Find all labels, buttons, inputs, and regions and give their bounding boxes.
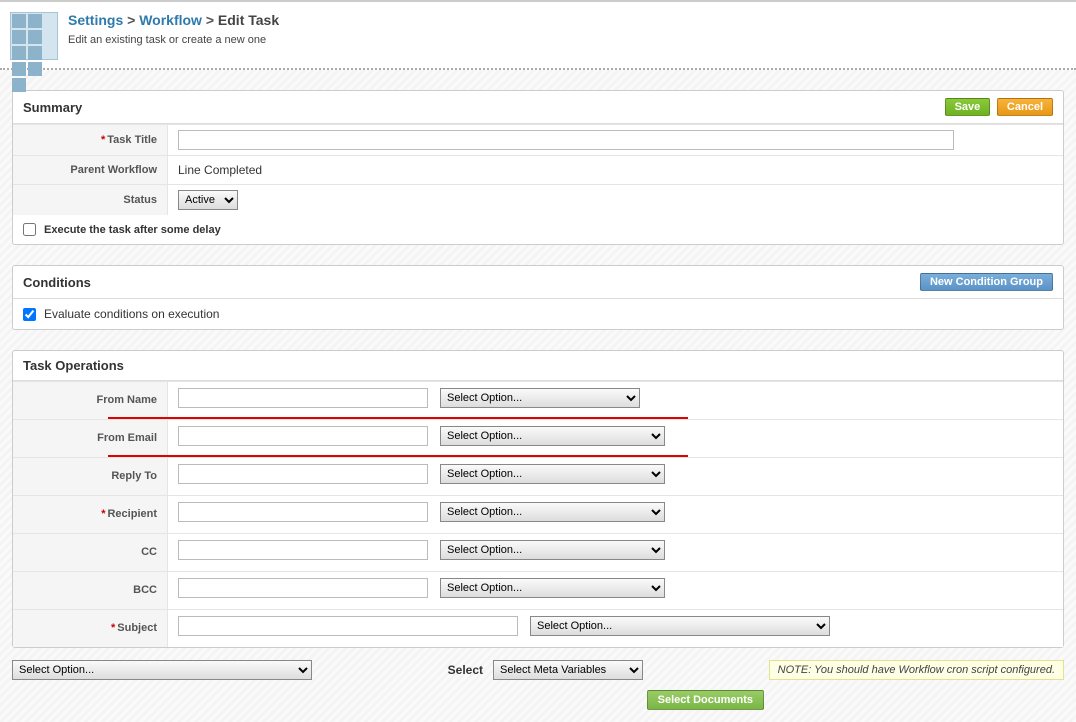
evaluate-checkbox[interactable] xyxy=(23,308,36,321)
subject-label: Subject xyxy=(117,622,157,634)
reply-to-select[interactable]: Select Option... xyxy=(440,464,665,484)
cancel-button[interactable]: Cancel xyxy=(997,98,1053,116)
task-operations-title: Task Operations xyxy=(23,358,124,373)
new-condition-group-button[interactable]: New Condition Group xyxy=(920,273,1053,291)
task-operations-panel: Task Operations From Name Select Option.… xyxy=(12,350,1064,648)
conditions-panel: Conditions New Condition Group Evaluate … xyxy=(12,265,1064,330)
from-name-select[interactable]: Select Option... xyxy=(440,388,640,408)
from-email-label: From Email xyxy=(97,432,157,444)
page-header: Settings > Workflow > Edit Task Edit an … xyxy=(0,2,1076,70)
bottom-toolbar: Select Option... Select Select Meta Vari… xyxy=(12,654,1064,686)
parent-workflow-label: Parent Workflow xyxy=(70,164,157,176)
breadcrumb-settings[interactable]: Settings xyxy=(68,12,123,28)
select-documents-button[interactable]: Select Documents xyxy=(647,690,764,710)
highlight-underline xyxy=(108,417,688,419)
bottom-left-select[interactable]: Select Option... xyxy=(12,660,312,680)
bcc-label: BCC xyxy=(133,584,157,596)
reply-to-label: Reply To xyxy=(111,470,157,482)
meta-variables-select[interactable]: Select Meta Variables xyxy=(493,660,643,680)
cc-label: CC xyxy=(141,546,157,558)
task-title-input[interactable] xyxy=(178,130,954,150)
summary-panel: Summary Save Cancel *Task Title Parent W… xyxy=(12,90,1064,245)
workflow-icon xyxy=(10,12,58,60)
from-email-select[interactable]: Select Option... xyxy=(440,426,665,446)
conditions-title: Conditions xyxy=(23,275,91,290)
bcc-select[interactable]: Select Option... xyxy=(440,578,665,598)
breadcrumb: Settings > Workflow > Edit Task xyxy=(68,12,279,28)
status-select[interactable]: Active xyxy=(178,190,238,210)
from-email-input[interactable] xyxy=(178,426,428,446)
task-title-label: Task Title xyxy=(107,134,157,146)
reply-to-input[interactable] xyxy=(178,464,428,484)
breadcrumb-current: Edit Task xyxy=(218,12,279,28)
delay-label: Execute the task after some delay xyxy=(44,224,221,236)
save-button[interactable]: Save xyxy=(945,98,991,116)
subject-input[interactable] xyxy=(178,616,518,636)
delay-checkbox[interactable] xyxy=(23,223,36,236)
recipient-label: Recipient xyxy=(107,508,157,520)
cc-input[interactable] xyxy=(178,540,428,560)
summary-title: Summary xyxy=(23,100,82,115)
highlight-underline xyxy=(108,455,688,457)
cron-note: NOTE: You should have Workflow cron scri… xyxy=(769,660,1064,680)
parent-workflow-value: Line Completed xyxy=(178,163,262,177)
select-label: Select xyxy=(448,663,483,677)
bcc-input[interactable] xyxy=(178,578,428,598)
page-subtitle: Edit an existing task or create a new on… xyxy=(68,34,279,46)
recipient-input[interactable] xyxy=(178,502,428,522)
from-name-input[interactable] xyxy=(178,388,428,408)
breadcrumb-workflow[interactable]: Workflow xyxy=(139,12,202,28)
status-label: Status xyxy=(123,194,157,206)
subject-select[interactable]: Select Option... xyxy=(530,616,830,636)
recipient-select[interactable]: Select Option... xyxy=(440,502,665,522)
from-name-label: From Name xyxy=(96,394,157,406)
evaluate-label: Evaluate conditions on execution xyxy=(44,307,219,321)
cc-select[interactable]: Select Option... xyxy=(440,540,665,560)
